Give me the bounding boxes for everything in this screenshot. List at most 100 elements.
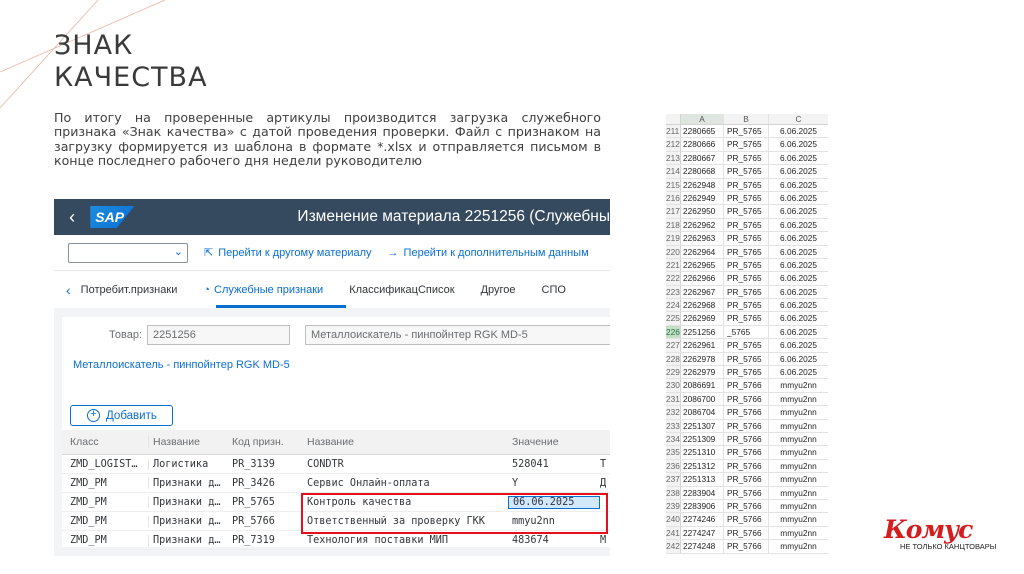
excel-row-number[interactable]: 241: [666, 526, 681, 540]
excel-cell-c[interactable]: mmyu2nn: [769, 513, 828, 525]
sap-logo[interactable]: SAP: [90, 206, 135, 228]
excel-row-number[interactable]: 223: [666, 285, 681, 299]
excel-row[interactable]: 216 2262949 PR_5765 6.06.2025: [666, 191, 828, 206]
excel-row[interactable]: 214 2280668 PR_5765 6.06.2025: [666, 165, 828, 179]
excel-row[interactable]: 232 2086704 PR_5766 mmyu2nn: [666, 406, 828, 420]
excel-row[interactable]: 223 2262967 PR_5765 6.06.2025: [666, 285, 828, 300]
excel-cell-a[interactable]: 2280667: [681, 151, 724, 165]
excel-row-number[interactable]: 237: [666, 473, 681, 486]
excel-cell-a[interactable]: 2283906: [681, 499, 724, 513]
tab-scroll-left-icon[interactable]: ‹: [66, 282, 71, 298]
excel-cell-c[interactable]: mmyu2nn: [769, 473, 828, 485]
excel-cell-b[interactable]: PR_5766: [724, 406, 769, 419]
excel-row-number[interactable]: 240: [666, 513, 681, 526]
excel-cell-b[interactable]: PR_5765: [724, 151, 769, 165]
excel-cell-b[interactable]: PR_5766: [724, 486, 769, 499]
excel-cell-b[interactable]: PR_5766: [724, 499, 769, 513]
excel-row-number[interactable]: 211: [666, 125, 681, 138]
excel-cell-a[interactable]: 2251313: [681, 473, 724, 486]
excel-cell-c[interactable]: mmyu2nn: [769, 406, 828, 418]
excel-row[interactable]: 231 2086700 PR_5766 mmyu2nn: [666, 392, 828, 407]
excel-cell-c[interactable]: 6.06.2025: [769, 219, 828, 231]
excel-row[interactable]: 218 2262962 PR_5765 6.06.2025: [666, 218, 828, 233]
material-select[interactable]: ⌄: [68, 242, 188, 263]
tab-consumer-attributes[interactable]: Потребит.признаки: [81, 284, 178, 296]
excel-row-number[interactable]: 222: [666, 272, 681, 285]
excel-row[interactable]: 226 2251256 _5765 6.06.2025: [666, 325, 828, 340]
excel-cell-a[interactable]: 2086700: [681, 392, 724, 406]
go-to-additional-data-link[interactable]: → Перейти к дополнительным данным: [388, 247, 589, 259]
excel-cell-c[interactable]: 6.06.2025: [769, 366, 828, 378]
excel-row[interactable]: 225 2262969 PR_5765 6.06.2025: [666, 312, 828, 326]
excel-row[interactable]: 220 2262964 PR_5765 6.06.2025: [666, 245, 828, 259]
excel-cell-a[interactable]: 2274246: [681, 513, 724, 526]
excel-cell-a[interactable]: 2251310: [681, 446, 724, 459]
excel-cell-a[interactable]: 2280668: [681, 165, 724, 178]
excel-row-number[interactable]: 232: [666, 406, 681, 419]
excel-cell-a[interactable]: 2262969: [681, 312, 724, 325]
column-header-value[interactable]: Значение: [508, 436, 600, 448]
excel-cell-b[interactable]: PR_5766: [724, 379, 769, 392]
excel-cell-b[interactable]: PR_5766: [724, 473, 769, 486]
excel-row[interactable]: 221 2262965 PR_5765 6.06.2025: [666, 258, 828, 273]
cell-value[interactable]: 528041: [508, 459, 600, 470]
cell-value[interactable]: Y: [508, 478, 600, 489]
excel-cell-b[interactable]: PR_5766: [724, 540, 769, 553]
excel-row-number[interactable]: 239: [666, 499, 681, 513]
excel-cell-a[interactable]: 2262979: [681, 366, 724, 379]
excel-cell-c[interactable]: 6.06.2025: [769, 138, 828, 150]
excel-row-number[interactable]: 228: [666, 352, 681, 366]
excel-cell-b[interactable]: PR_5765: [724, 299, 769, 312]
column-header-name[interactable]: Название: [148, 436, 228, 448]
excel-row-number[interactable]: 220: [666, 245, 681, 258]
excel-row-number[interactable]: 242: [666, 540, 681, 553]
excel-cell-a[interactable]: 2262950: [681, 205, 724, 218]
excel-cell-c[interactable]: 6.06.2025: [769, 312, 828, 324]
excel-cell-a[interactable]: 2262948: [681, 178, 724, 191]
excel-cell-b[interactable]: PR_5765: [724, 285, 769, 299]
excel-cell-c[interactable]: 6.06.2025: [769, 259, 828, 271]
excel-cell-c[interactable]: 6.06.2025: [769, 326, 828, 338]
excel-cell-b[interactable]: PR_5765: [724, 272, 769, 285]
excel-cell-a[interactable]: 2280666: [681, 138, 724, 151]
excel-cell-b[interactable]: PR_5765: [724, 352, 769, 366]
cell-value[interactable]: 483674: [508, 535, 600, 546]
excel-cell-b[interactable]: PR_5765: [724, 165, 769, 178]
excel-cell-c[interactable]: 6.06.2025: [769, 353, 828, 365]
excel-cell-c[interactable]: mmyu2nn: [769, 393, 828, 405]
excel-cell-c[interactable]: mmyu2nn: [769, 540, 828, 552]
chevron-down-icon[interactable]: ⌄: [174, 245, 183, 258]
excel-cell-c[interactable]: mmyu2nn: [769, 500, 828, 512]
column-header-attr-name[interactable]: Название: [303, 436, 508, 448]
excel-cell-a[interactable]: 2262962: [681, 218, 724, 232]
excel-cell-c[interactable]: 6.06.2025: [769, 272, 828, 284]
product-code-input[interactable]: 2251256: [147, 325, 290, 345]
tab-service-attributes[interactable]: ◔ Служебные признаки: [203, 284, 323, 296]
excel-cell-a[interactable]: 2251312: [681, 459, 724, 473]
excel-row-number[interactable]: 216: [666, 191, 681, 205]
excel-row-number[interactable]: 225: [666, 312, 681, 325]
excel-cell-c[interactable]: 6.06.2025: [769, 152, 828, 164]
excel-cell-a[interactable]: 2283904: [681, 486, 724, 499]
add-button[interactable]: + Добавить: [70, 405, 173, 426]
excel-cell-a[interactable]: 2262966: [681, 272, 724, 285]
excel-cell-c[interactable]: 6.06.2025: [769, 286, 828, 298]
excel-cell-b[interactable]: PR_5765: [724, 258, 769, 272]
excel-cell-a[interactable]: 2280665: [681, 125, 724, 138]
excel-row-number[interactable]: 221: [666, 258, 681, 272]
excel-row[interactable]: 234 2251309 PR_5766 mmyu2nn: [666, 432, 828, 447]
excel-cell-a[interactable]: 2262967: [681, 285, 724, 299]
product-name-input[interactable]: Металлоискатель - пинпойнтер RGK MD-5: [305, 325, 610, 345]
excel-row-number[interactable]: 215: [666, 178, 681, 191]
excel-row[interactable]: 242 2274248 PR_5766 mmyu2nn: [666, 540, 828, 554]
excel-cell-a[interactable]: 2262963: [681, 232, 724, 245]
excel-cell-c[interactable]: 6.06.2025: [769, 232, 828, 244]
excel-cell-c[interactable]: 6.06.2025: [769, 299, 828, 311]
excel-cell-c[interactable]: mmyu2nn: [769, 446, 828, 458]
excel-corner[interactable]: [666, 114, 681, 124]
excel-row[interactable]: 228 2262978 PR_5765 6.06.2025: [666, 352, 828, 367]
excel-cell-b[interactable]: PR_5765: [724, 178, 769, 191]
column-header-class[interactable]: Класс: [62, 436, 148, 448]
excel-row-number[interactable]: 218: [666, 218, 681, 232]
excel-cell-b[interactable]: PR_5765: [724, 232, 769, 245]
